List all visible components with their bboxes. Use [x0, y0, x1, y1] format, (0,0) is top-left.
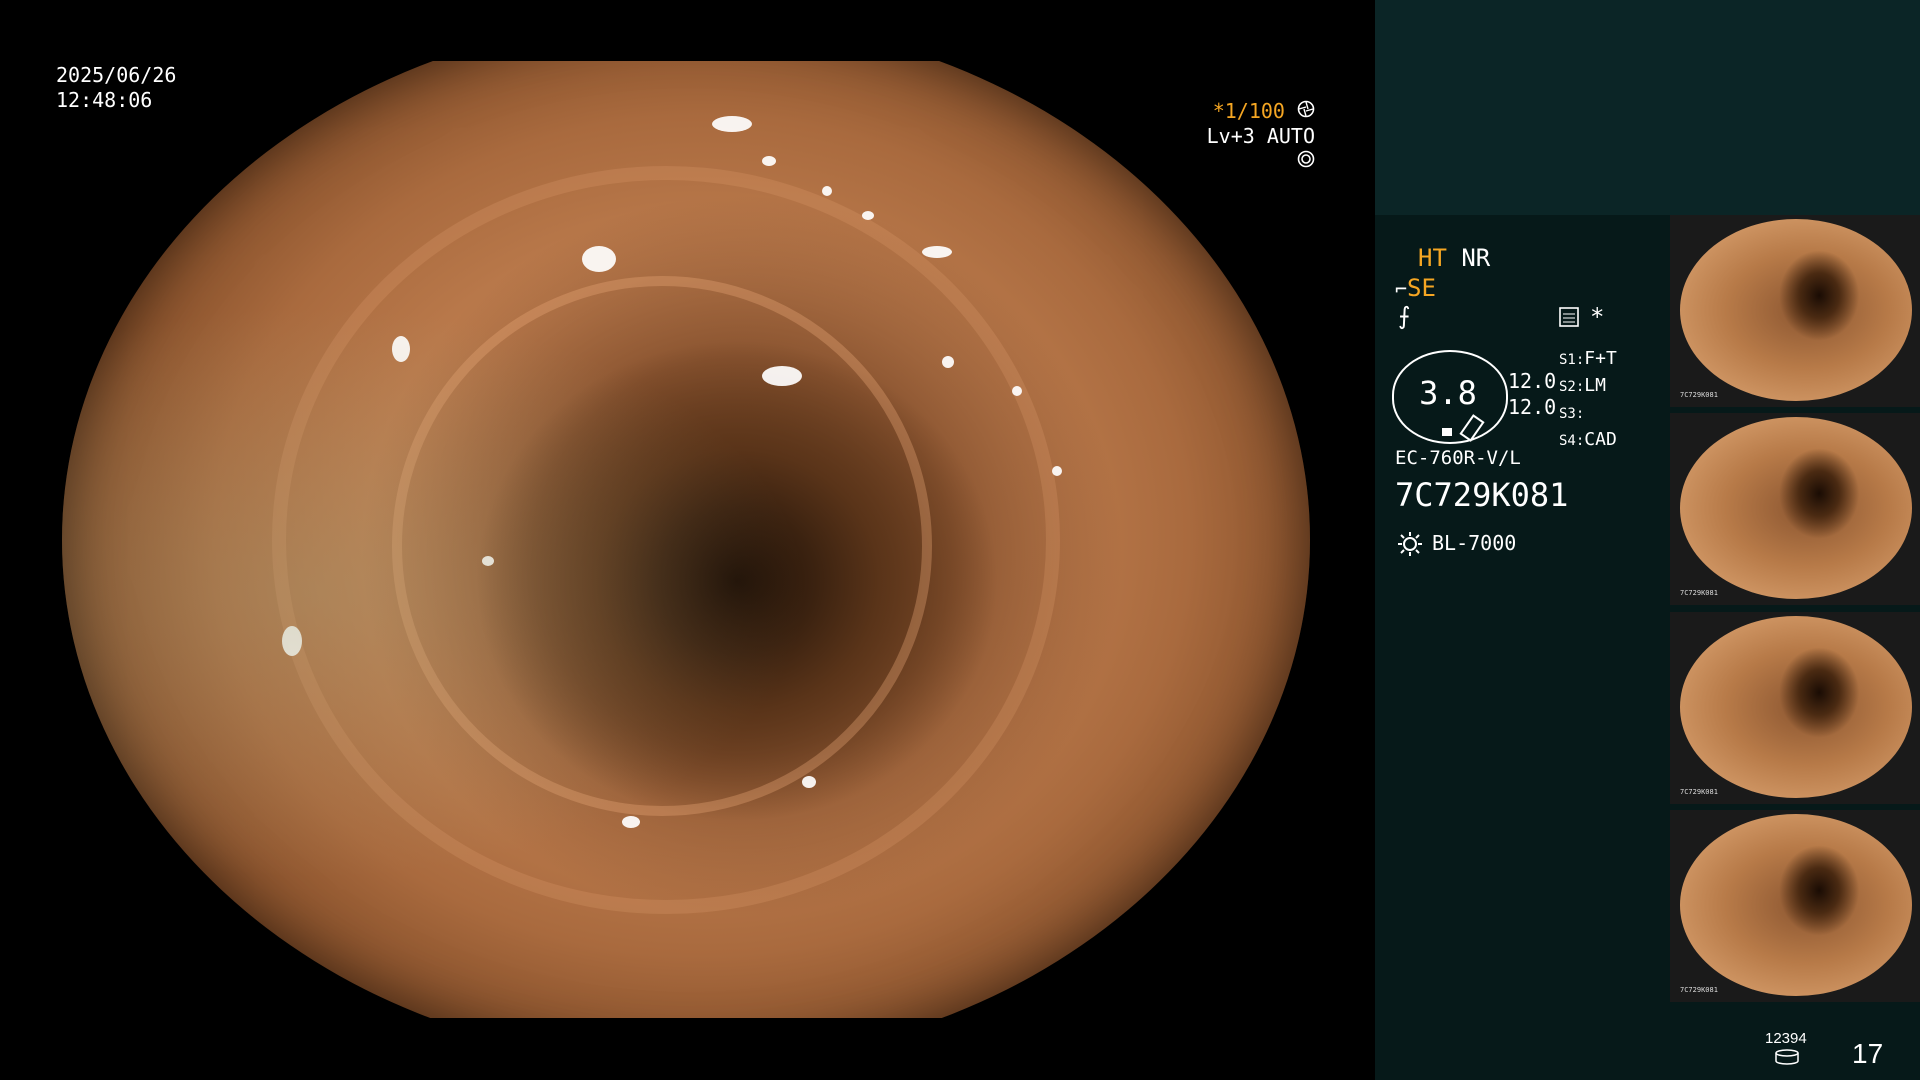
scope-model: EC-760R-V/L: [1395, 447, 1521, 469]
asterisk-icon: *: [1590, 303, 1605, 331]
switch-2-value: LM: [1584, 375, 1606, 396]
nr-indicator: NR: [1461, 244, 1491, 272]
values: 12.0 12.0: [1508, 368, 1556, 420]
switch-4-value: CAD: [1584, 429, 1617, 450]
value-1: 12.0: [1508, 369, 1557, 393]
scope-serial: 7C729K081: [1395, 476, 1569, 514]
thumbnail-image: [1680, 616, 1912, 798]
time-text: 12:48:06: [56, 88, 153, 112]
timestamp: 2025/06/26 12:48:06: [56, 63, 176, 113]
panel-header: [1375, 0, 1920, 215]
value-2: 12.0: [1508, 395, 1557, 419]
exposure-info: *1/100 Lv+3 AUTO: [1185, 99, 1315, 174]
gauge-value: 3.8: [1419, 374, 1477, 412]
switch-4-key: S4:: [1559, 433, 1585, 449]
thumbnail-label: 7C729K081: [1680, 788, 1718, 796]
shutter-text: *1/100: [1212, 99, 1285, 123]
gauge-marker: [1442, 428, 1452, 436]
switch-1-key: S1:: [1559, 352, 1585, 368]
aperture-icon: [1297, 99, 1315, 123]
thumbnail-label: 7C729K081: [1680, 589, 1718, 597]
storage-icon: [1774, 1049, 1800, 1069]
enhancement-status: HT NR: [1418, 243, 1490, 273]
contrast-icon: ⨍: [1398, 302, 1411, 330]
thumbnail-2[interactable]: 7C729K081: [1670, 413, 1920, 605]
auto-iris-icon: [1297, 149, 1315, 173]
light-source: BL-7000: [1432, 531, 1517, 555]
memo-icon: [1558, 306, 1580, 332]
switch-assignments: S1:F+T S2:LM S3: S4:CAD: [1559, 346, 1617, 454]
se-row: ⌐SE: [1395, 273, 1436, 304]
structure-icon: ⌐: [1395, 277, 1408, 301]
thumbnail-4[interactable]: 7C729K081: [1670, 810, 1920, 1002]
thumbnail-label: 7C729K081: [1680, 391, 1718, 399]
se-indicator: SE: [1407, 274, 1436, 302]
switch-3-key: S3:: [1559, 406, 1585, 422]
endoscope-image: [62, 61, 1310, 1018]
thumbnail-image: [1680, 814, 1912, 996]
switch-2-key: S2:: [1559, 379, 1585, 395]
date-text: 2025/06/26: [56, 63, 177, 87]
ht-indicator: HT: [1418, 244, 1447, 272]
storage-count: 12394: [1765, 1030, 1807, 1047]
thumbnail-label: 7C729K081: [1680, 986, 1718, 994]
light-source-icon: [1396, 530, 1424, 562]
endoscope-view: [0, 61, 1373, 1018]
switch-1-value: F+T: [1584, 348, 1617, 369]
image-count: 17: [1852, 1038, 1884, 1069]
thumbnail-3[interactable]: 7C729K081: [1670, 612, 1920, 804]
thumbnail-image: [1680, 219, 1912, 401]
thumbnail-image: [1680, 417, 1912, 599]
level-text: Lv+3 AUTO: [1206, 124, 1315, 148]
thumbnail-1[interactable]: 7C729K081: [1670, 215, 1920, 407]
